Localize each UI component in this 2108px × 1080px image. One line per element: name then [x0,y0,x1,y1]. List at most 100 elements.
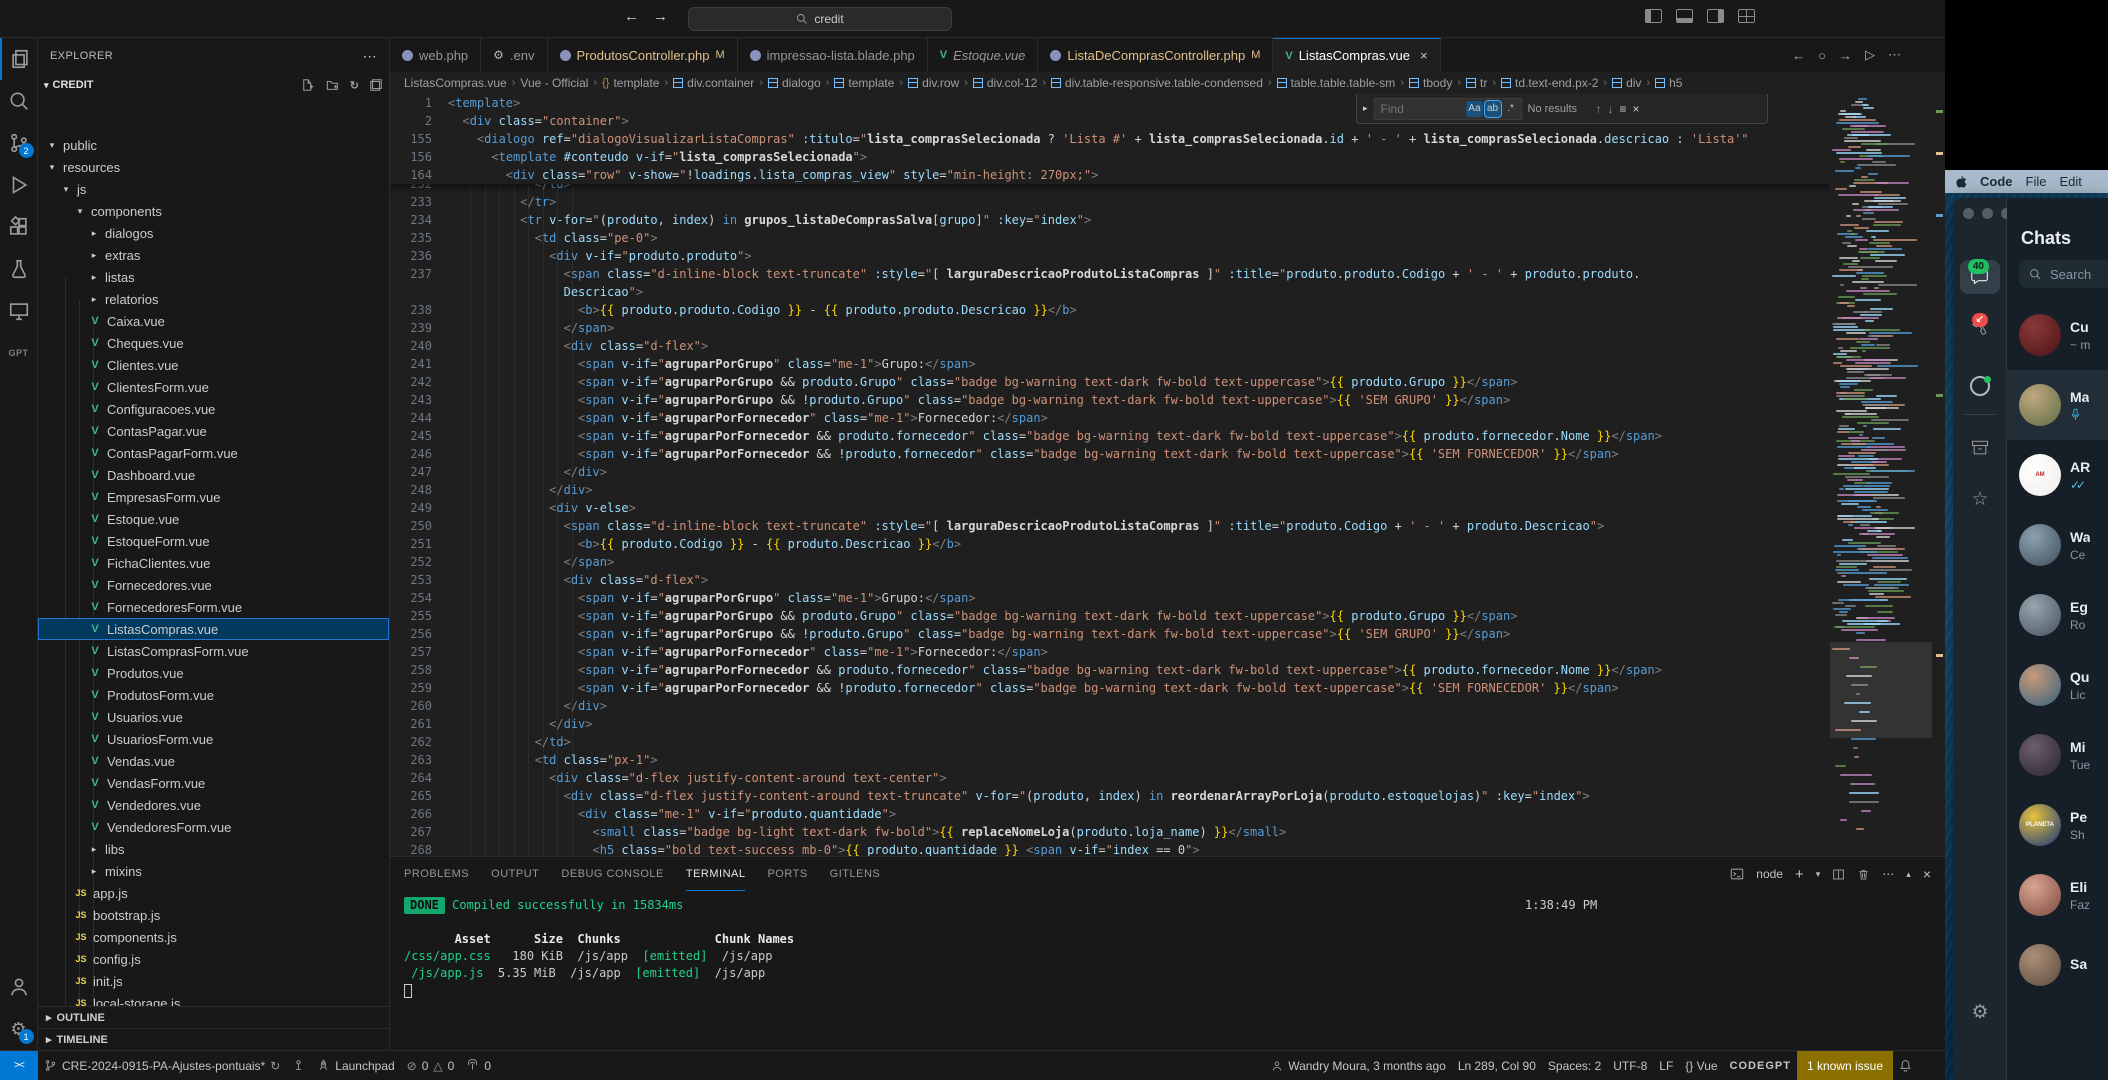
code-line-249[interactable]: 249 <div v-else> [390,499,1830,517]
code-line-251[interactable]: 251 <b>{{ produto.Codigo }} - {{ produto… [390,535,1830,553]
chat-list-item[interactable]: EliFaz [2007,860,2108,930]
problems-item[interactable]: ⊘ 0 △ 0 [401,1051,461,1080]
tree-item-bootstrap.js[interactable]: JSbootstrap.js [38,904,389,926]
tree-item-produtosform.vue[interactable]: VProdutosForm.vue [38,684,389,706]
status-nav-button[interactable] [1953,376,2007,396]
breadcrumb-item[interactable]: table.table.table-sm [1277,76,1396,90]
panel-tab-debug-console[interactable]: DEBUG CONSOLE [561,857,663,891]
split-terminal-icon[interactable] [1832,868,1845,881]
tree-item-app.js[interactable]: JSapp.js [38,882,389,904]
breadcrumb-item[interactable]: tr [1466,76,1487,90]
breadcrumb-item[interactable]: h5 [1655,76,1682,90]
code-line-256[interactable]: 256 <span v-if="agruparPorGrupo && !prod… [390,625,1830,643]
customize-layout-icon[interactable] [1738,9,1755,23]
chat-list-item[interactable]: Ma [2007,370,2108,440]
breadcrumb-item[interactable]: div.col-12 [973,76,1037,90]
breadcrumb-item[interactable]: template [834,76,894,90]
codegpt-item[interactable]: CODEGPT [1724,1051,1797,1080]
eol-item[interactable]: LF [1653,1051,1679,1080]
manage-button[interactable]: ⚙ 1 [0,1008,38,1050]
encoding-item[interactable]: UTF-8 [1607,1051,1653,1080]
chat-list-item[interactable]: PLANETAPeSh [2007,790,2108,860]
menu-item-file[interactable]: File [2026,174,2047,189]
tree-item-resources[interactable]: ▾resources [38,156,389,178]
code-line-243[interactable]: 243 <span v-if="agruparPorGrupo && !prod… [390,391,1830,409]
remote-indicator[interactable]: >< [0,1051,38,1080]
archived-nav-button[interactable] [1953,438,2007,458]
sidebar-item-source-control[interactable]: 2 [0,122,38,164]
nav-back-icon[interactable]: ← [624,8,639,25]
calls-nav-button[interactable]: ↙ [1953,320,2007,340]
more-actions-icon[interactable]: ⋯ [1888,47,1901,63]
tree-item-components.js[interactable]: JScomponents.js [38,926,389,948]
code-line-247[interactable]: 247 </div> [390,463,1830,481]
dot-icon[interactable]: ○ [1818,48,1826,63]
timeline-section[interactable]: ▸TIMELINE [38,1028,389,1050]
tree-item-contaspagarform.vue[interactable]: VContasPagarForm.vue [38,442,389,464]
panel-tab-problems[interactable]: PROBLEMS [404,857,469,891]
terminal-dropdown-icon[interactable]: ▾ [1816,869,1821,880]
breadcrumb-item[interactable]: div.row [908,76,959,90]
settings-nav-button[interactable]: ⚙ [1953,1001,2007,1024]
toggle-panel-icon[interactable] [1676,9,1693,23]
feedback-item[interactable]: 0 [460,1051,497,1080]
code-line-258[interactable]: 258 <span v-if="agruparPorFornecedor && … [390,661,1830,679]
new-folder-icon[interactable] [326,78,340,92]
close-tab-icon[interactable]: × [1420,48,1428,63]
chat-list-item[interactable]: Cu~ m [2007,300,2108,370]
tree-item-extras[interactable]: ▸extras [38,244,389,266]
code-line-241[interactable]: 241 <span v-if="agruparPorGrupo" class="… [390,355,1830,373]
known-issue-badge[interactable]: 1 known issue [1797,1051,1893,1080]
minimap-slider[interactable] [1830,642,1932,738]
command-center-search[interactable]: credit [688,7,952,31]
breadcrumb-item[interactable]: td.text-end.px-2 [1501,76,1598,90]
menu-item-code[interactable]: Code [1980,174,2013,189]
gitlens-item[interactable] [286,1051,311,1080]
tree-item-dashboard.vue[interactable]: VDashboard.vue [38,464,389,486]
tree-item-dialogos[interactable]: ▸dialogos [38,222,389,244]
indentation-item[interactable]: Spaces: 2 [1542,1051,1607,1080]
close-panel-icon[interactable]: × [1923,866,1931,882]
tree-item-local-storage.js[interactable]: JSlocal-storage.js [38,992,389,1006]
match-case-toggle[interactable]: Aa [1466,101,1482,117]
toggle-secondary-sidebar-icon[interactable] [1707,9,1724,23]
code-line-234[interactable]: 234 <tr v-for="(produto, index) in grupo… [390,211,1830,229]
overview-ruler[interactable] [1932,94,1945,856]
tree-item-fornecedores.vue[interactable]: VFornecedores.vue [38,574,389,596]
tree-item-estoque.vue[interactable]: VEstoque.vue [38,508,389,530]
tree-item-vendedores.vue[interactable]: VVendedores.vue [38,794,389,816]
code-line-244[interactable]: 244 <span v-if="agruparPorFornecedor" cl… [390,409,1830,427]
code-line-268[interactable]: 268 <h5 class="bold text-success mb-0">{… [390,841,1830,856]
breadcrumb-item[interactable]: ListasCompras.vue [404,76,507,90]
terminal[interactable]: DONE Compiled successfully in 15834ms 1:… [404,897,1925,1050]
code-line-262[interactable]: 262 </td> [390,733,1830,751]
find-in-selection-icon[interactable]: ≡ [1620,102,1627,116]
new-file-icon[interactable] [302,78,316,92]
tree-item-fornecedoresform.vue[interactable]: VFornecedoresForm.vue [38,596,389,618]
code-editor[interactable]: 232 </td>233 </tr>234 <tr v-for="(produt… [390,94,1945,856]
explorer-more-icon[interactable]: ⋯ [363,48,377,65]
sidebar-item-run-debug[interactable] [0,164,38,206]
tree-item-clientes.vue[interactable]: VClientes.vue [38,354,389,376]
code-line-235[interactable]: 235 <td class="pe-0"> [390,229,1830,247]
sidebar-item-codegpt[interactable]: GPT [0,332,38,374]
accounts-button[interactable] [0,966,38,1008]
find-close-icon[interactable]: × [1633,102,1640,116]
workspace-section[interactable]: ▾ CREDIT ↻ [38,74,389,96]
code-line-164[interactable]: 164 <div class="row" v-show="!loadings.l… [390,166,1830,184]
code-line-237[interactable]: 237 <span class="d-inline-block text-tru… [390,265,1830,283]
toggle-primary-sidebar-icon[interactable] [1645,9,1662,23]
tree-item-components[interactable]: ▾components [38,200,389,222]
code-line-250[interactable]: 250 <span class="d-inline-block text-tru… [390,517,1830,535]
tab-produtoscontroller.php[interactable]: ProdutosController.phpM [548,38,738,72]
tree-item-init.js[interactable]: JSinit.js [38,970,389,992]
chat-search-field[interactable]: Search [2019,260,2108,288]
whole-word-toggle[interactable]: ab [1485,101,1501,117]
tree-item-vendas.vue[interactable]: VVendas.vue [38,750,389,772]
kill-terminal-icon[interactable] [1857,868,1870,881]
tab-.env[interactable]: ⚙.env [481,38,547,72]
code-line-248[interactable]: 248 </div> [390,481,1830,499]
sidebar-item-testing[interactable] [0,248,38,290]
breadcrumb-item[interactable]: div [1612,76,1641,90]
tree-item-fichaclientes.vue[interactable]: VFichaClientes.vue [38,552,389,574]
